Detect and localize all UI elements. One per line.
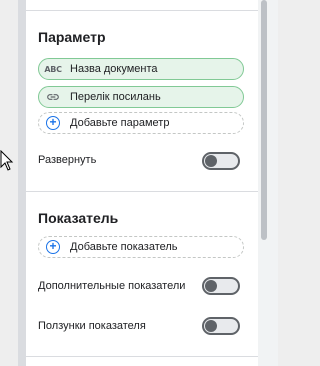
add-parameter-label: Добавьте параметр xyxy=(70,117,170,129)
toggle-knob xyxy=(205,155,217,167)
add-metric-label: Добавьте показатель xyxy=(70,241,178,253)
add-circle-icon: + xyxy=(45,239,61,255)
add-circle-icon: + xyxy=(45,115,61,131)
text-type-icon: ABC xyxy=(44,64,62,74)
panel-border xyxy=(18,0,26,366)
scrollbar-track[interactable] xyxy=(258,0,278,366)
link-icon xyxy=(45,89,61,105)
add-metric-button[interactable]: + Добавьте показатель xyxy=(38,236,244,258)
section-divider xyxy=(26,356,258,357)
metric-section-title: Показатель xyxy=(38,210,119,226)
additional-metrics-label: Дополнительные показатели xyxy=(38,280,186,292)
additional-metrics-toggle[interactable] xyxy=(202,277,240,295)
toggle-knob xyxy=(205,320,217,332)
section-divider xyxy=(26,191,258,192)
properties-panel: Параметр ABC Назва документа Перелік пос… xyxy=(26,0,258,366)
mouse-cursor-icon xyxy=(0,150,14,171)
scrollbar-thumb[interactable] xyxy=(261,0,267,240)
parameter-section-title: Параметр xyxy=(38,29,106,45)
metric-sliders-toggle[interactable] xyxy=(202,317,240,335)
parameter-chip-label: Назва документа xyxy=(70,63,158,75)
parameter-chip-document-name[interactable]: ABC Назва документа xyxy=(38,58,244,80)
add-parameter-button[interactable]: + Добавьте параметр xyxy=(38,112,244,134)
metric-sliders-label: Ползунки показателя xyxy=(38,320,146,332)
parameter-chip-link-list[interactable]: Перелік посилань xyxy=(38,86,244,108)
expand-label: Развернуть xyxy=(38,154,97,166)
canvas-edge xyxy=(0,0,18,366)
parameter-chip-label: Перелік посилань xyxy=(70,91,161,103)
toggle-knob xyxy=(205,280,217,292)
expand-toggle[interactable] xyxy=(202,152,240,170)
section-divider xyxy=(26,10,258,11)
